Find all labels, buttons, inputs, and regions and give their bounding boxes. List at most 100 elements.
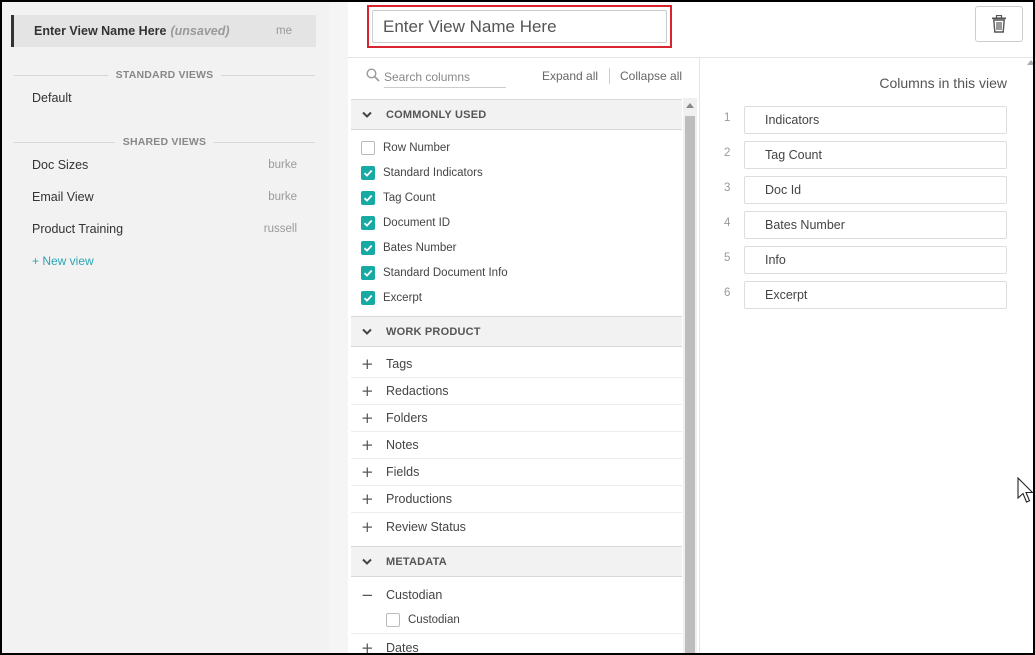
link-divider	[609, 68, 610, 84]
column-label: Excerpt	[383, 292, 422, 304]
shared-views-heading: SHARED VIEWS	[14, 134, 315, 150]
scroll-thumb[interactable]	[685, 116, 695, 653]
unsaved-label: (unsaved)	[170, 24, 230, 38]
plus-icon: +	[361, 463, 374, 481]
column-order-number: 2	[724, 147, 731, 159]
chevron-down-icon	[362, 328, 372, 335]
view-item-email-view[interactable]: Email View burke	[32, 188, 297, 206]
available-columns-list: COMMONLY USED Row Number Standard Indica…	[351, 98, 682, 653]
column-list-scrollbar[interactable]	[683, 98, 697, 653]
selected-column-item[interactable]: 1 Indicators	[700, 106, 1033, 134]
subgroup-redactions[interactable]: + Redactions	[351, 378, 682, 405]
plus-icon: +	[361, 409, 374, 427]
group-header-metadata[interactable]: METADATA	[351, 546, 682, 577]
check-icon	[363, 194, 373, 202]
plus-icon: +	[361, 355, 374, 373]
subgroup-productions[interactable]: + Productions	[351, 486, 682, 513]
column-label: Row Number	[383, 142, 451, 154]
scroll-up-arrow-icon[interactable]	[686, 103, 694, 108]
shared-views-label: SHARED VIEWS	[122, 136, 207, 148]
active-view-item[interactable]: Enter View Name Here (unsaved) me	[11, 15, 316, 47]
search-columns-input[interactable]	[384, 66, 506, 88]
checkbox-checked[interactable]	[361, 216, 375, 230]
subgroup-dates[interactable]: + Dates	[351, 634, 682, 654]
view-item-owner: burke	[268, 191, 297, 203]
selected-column-item[interactable]: 4 Bates Number	[700, 211, 1033, 239]
selected-column-chip[interactable]: Indicators	[744, 106, 1007, 134]
checkbox-checked[interactable]	[361, 291, 375, 305]
column-option-standard-indicators[interactable]: Standard Indicators	[361, 164, 483, 182]
subgroup-custodian[interactable]: − Custodian	[351, 581, 682, 608]
column-option-row-number[interactable]: Row Number	[361, 139, 450, 157]
panel-scroll-up-arrow-icon[interactable]	[1027, 60, 1033, 65]
selected-column-item[interactable]: 2 Tag Count	[700, 141, 1033, 169]
selected-column-item[interactable]: 5 Info	[700, 246, 1033, 274]
column-option-standard-document-info[interactable]: Standard Document Info	[361, 264, 508, 282]
group-title: WORK PRODUCT	[386, 325, 481, 338]
subgroup-label: Folders	[386, 411, 428, 425]
selected-column-item[interactable]: 6 Excerpt	[700, 281, 1033, 309]
column-search-bar: Expand all Collapse all	[362, 66, 692, 90]
checkbox-checked[interactable]	[361, 166, 375, 180]
collapse-all-link[interactable]: Collapse all	[620, 69, 682, 83]
subgroup-review-status[interactable]: + Review Status	[351, 513, 682, 540]
column-option-document-id[interactable]: Document ID	[361, 214, 450, 232]
subgroup-label: Custodian	[386, 587, 443, 602]
view-item-label: Doc Sizes	[32, 158, 89, 172]
standard-views-heading: STANDARD VIEWS	[14, 67, 316, 83]
group-header-commonly-used[interactable]: COMMONLY USED	[351, 99, 682, 130]
column-option-tag-count[interactable]: Tag Count	[361, 189, 435, 207]
expand-all-link[interactable]: Expand all	[542, 69, 598, 83]
column-order-number: 1	[724, 112, 731, 124]
group-title: METADATA	[386, 555, 447, 568]
column-order-number: 5	[724, 252, 731, 264]
column-label: Standard Indicators	[383, 167, 483, 179]
view-item-owner: russell	[263, 223, 297, 235]
checkbox-checked[interactable]	[361, 266, 375, 280]
views-sidebar: Enter View Name Here (unsaved) me STANDA…	[2, 2, 329, 653]
column-order-number: 6	[724, 287, 731, 299]
view-name-input[interactable]	[372, 10, 667, 43]
selected-column-chip[interactable]: Doc Id	[744, 176, 1007, 204]
subgroup-label: Tags	[386, 357, 413, 371]
subgroup-label: Fields	[386, 465, 420, 479]
group-header-work-product[interactable]: WORK PRODUCT	[351, 316, 682, 347]
checkbox-checked[interactable]	[361, 191, 375, 205]
view-item-product-training[interactable]: Product Training russell	[32, 220, 297, 238]
view-item-doc-sizes[interactable]: Doc Sizes burke	[32, 156, 297, 174]
check-icon	[363, 219, 373, 227]
plus-icon: +	[361, 382, 374, 400]
column-label: Tag Count	[383, 192, 436, 204]
plus-icon: +	[361, 436, 374, 454]
selected-columns-title: Columns in this view	[879, 75, 1007, 91]
plus-icon: +	[361, 638, 374, 654]
subgroup-label: Redactions	[386, 384, 449, 398]
view-item-default[interactable]: Default	[32, 89, 297, 107]
selected-column-chip[interactable]: Excerpt	[744, 281, 1007, 309]
checkbox-checked[interactable]	[361, 241, 375, 255]
new-view-link[interactable]: + New view	[32, 254, 94, 268]
column-option-bates-number[interactable]: Bates Number	[361, 239, 457, 257]
column-label: Document ID	[383, 217, 451, 229]
panel-gutter	[329, 2, 348, 653]
column-option-custodian[interactable]: Custodian	[386, 611, 460, 629]
checkbox[interactable]	[361, 141, 375, 155]
column-label: Custodian	[408, 614, 460, 626]
selected-column-chip[interactable]: Info	[744, 246, 1007, 274]
subgroup-folders[interactable]: + Folders	[351, 405, 682, 432]
delete-view-button[interactable]	[975, 6, 1023, 42]
selected-column-chip[interactable]: Tag Count	[744, 141, 1007, 169]
selected-column-chip[interactable]: Bates Number	[744, 211, 1007, 239]
group-title: COMMONLY USED	[386, 108, 487, 121]
subgroup-fields[interactable]: + Fields	[351, 459, 682, 486]
selected-column-item[interactable]: 3 Doc Id	[700, 176, 1033, 204]
subgroup-tags[interactable]: + Tags	[351, 351, 682, 378]
checkbox[interactable]	[386, 613, 400, 627]
subgroup-label: Dates	[386, 640, 419, 654]
plus-icon: +	[361, 490, 374, 508]
column-label: Standard Document Info	[383, 267, 508, 279]
column-option-excerpt[interactable]: Excerpt	[361, 289, 422, 307]
view-item-label: Product Training	[32, 222, 124, 236]
minus-icon: −	[361, 585, 374, 604]
subgroup-notes[interactable]: + Notes	[351, 432, 682, 459]
